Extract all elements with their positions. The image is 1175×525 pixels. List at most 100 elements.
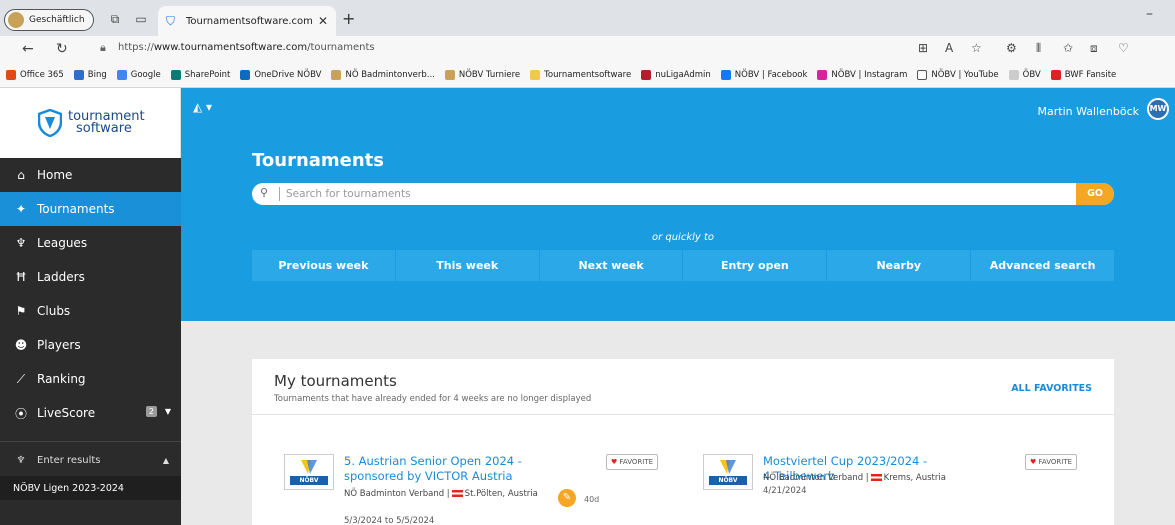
quick-link[interactable]: Next week: [539, 250, 683, 281]
bookmark-item[interactable]: nuLigaAdmin: [641, 69, 711, 80]
bookmark-label: SharePoint: [184, 69, 231, 80]
favorite-button[interactable]: ♥ FAVORITE: [1025, 454, 1078, 470]
favorite-button[interactable]: ♥ FAVORITE: [606, 454, 659, 470]
bookmark-item[interactable]: OneDrive NÖBV: [240, 69, 321, 80]
enter-results-toggle[interactable]: ♆ Enter results ▲: [0, 444, 181, 476]
bookmark-item[interactable]: Office 365: [6, 69, 64, 80]
quick-link[interactable]: This week: [395, 250, 539, 281]
read-aloud-icon[interactable]: A: [945, 41, 953, 55]
browser-essentials-icon[interactable]: ♡: [1118, 41, 1129, 55]
bookmark-favicon-icon: [6, 69, 16, 80]
tournament-organizer: NÖ Badminton Verband | St.Pölten, Austria: [344, 488, 554, 501]
close-tab-icon[interactable]: ✕: [318, 14, 328, 28]
extensions-icon[interactable]: ⚙: [1006, 41, 1017, 55]
bookmark-favicon-icon: [817, 69, 828, 80]
organizer-name: NÖ Badminton Verband |: [344, 489, 450, 499]
sidebar-item-clubs[interactable]: ⚑ Clubs: [0, 294, 181, 328]
reload-icon[interactable]: ↻: [56, 41, 68, 57]
bookmark-item[interactable]: ÖBV: [1008, 69, 1041, 80]
tournament-logo[interactable]: NÖBV: [703, 454, 753, 490]
bookmarks-bar: Office 365 Bing Google SharePoint OneDrive N…: [0, 62, 1175, 88]
bookmark-item[interactable]: Tournamentsoftware: [530, 69, 632, 80]
browser-tab[interactable]: ⛉ Tournamentsoftware.com ✕: [158, 6, 336, 36]
user-avatar[interactable]: MW: [1147, 98, 1169, 120]
bookmark-item[interactable]: NÖBV | YouTube: [917, 69, 999, 80]
bookmark-favicon-icon: [444, 69, 455, 80]
cup-icon: ♆: [16, 454, 26, 466]
players-icon: ☻: [14, 338, 28, 352]
bookmark-label: Google: [130, 69, 161, 80]
minimize-icon[interactable]: –: [1146, 6, 1153, 22]
quick-link[interactable]: Entry open: [683, 250, 827, 281]
ladder-icon: Ħ: [15, 270, 27, 284]
bookmark-item[interactable]: NÖBV | Instagram: [817, 69, 908, 80]
chevron-down-icon[interactable]: ▼: [165, 407, 171, 416]
sidebar-item-leagues[interactable]: ♆ Leagues: [0, 226, 181, 260]
sidebar-item-players[interactable]: ☻ Players: [0, 328, 181, 362]
bookmark-label: NÖ Badmintonverb...: [345, 69, 435, 80]
bookmark-label: Office 365: [20, 69, 64, 80]
sidebar-item-home[interactable]: ⌂ Home: [0, 158, 181, 192]
bookmark-label: NÖBV Turniere: [458, 69, 521, 80]
logo-line2: software: [76, 121, 132, 136]
tab-actions-icon[interactable]: ▭: [134, 12, 148, 26]
search-input[interactable]: [286, 186, 1066, 202]
bookmark-label: NÖBV | Facebook: [734, 69, 808, 80]
badminton-menu-icon[interactable]: ◭ ▾: [193, 100, 212, 114]
quick-link[interactable]: Advanced search: [971, 250, 1114, 281]
sidebar-item-ranking[interactable]: ⟋ Ranking: [0, 362, 181, 396]
bookmark-item[interactable]: BWF Fansite: [1050, 69, 1116, 80]
url-path: /tournaments: [307, 42, 375, 53]
lock-icon[interactable]: 🔒︎: [100, 41, 106, 55]
tournament-date: 4/21/2024: [763, 486, 807, 496]
back-icon[interactable]: ←: [22, 41, 34, 57]
tournament-name[interactable]: 5. Austrian Senior Open 2024 - sponsored…: [344, 454, 544, 484]
heart-icon: ♥: [1030, 458, 1037, 466]
bookmark-label: nuLigaAdmin: [655, 69, 711, 80]
split-screen-icon[interactable]: ⫴: [1036, 41, 1041, 56]
app-available-icon[interactable]: ⊞: [918, 41, 928, 55]
menu-divider: [0, 430, 181, 442]
bookmark-item[interactable]: Google: [116, 69, 161, 80]
quick-link[interactable]: Nearby: [827, 250, 971, 281]
favorites-icon[interactable]: ✩: [1063, 41, 1073, 55]
bookmark-item[interactable]: NÖBV Turniere: [444, 69, 521, 80]
all-favorites-link[interactable]: ALL FAVORITES: [1011, 383, 1092, 394]
sidebar-item-livescore[interactable]: ⦿ LiveScore 2 ▼: [0, 396, 181, 430]
go-button[interactable]: GO: [1076, 183, 1114, 205]
url-prefix: https://: [118, 42, 154, 53]
sidebar-item-label: Home: [37, 168, 73, 182]
bookmark-label: ÖBV: [1022, 69, 1041, 80]
bookmark-item[interactable]: Bing: [73, 69, 107, 80]
quick-link[interactable]: Previous week: [252, 250, 395, 281]
address-bar: ← ↻ 🔒︎ https://www.tournamentsoftware.co…: [0, 36, 1175, 62]
chevron-up-icon: ▲: [162, 455, 169, 465]
bookmark-label: Tournamentsoftware: [544, 69, 632, 80]
workspaces-icon[interactable]: ⧉: [108, 12, 122, 26]
url-field[interactable]: https://www.tournamentsoftware.com/tourn…: [118, 42, 375, 53]
bookmark-item[interactable]: NÖ Badmintonverb...: [331, 69, 435, 80]
quick-links: Previous week This week Next week Entry ope…: [252, 250, 1114, 281]
favorite-star-icon[interactable]: ☆: [971, 41, 982, 55]
bookmark-item[interactable]: NÖBV | Facebook: [720, 69, 808, 80]
user-name[interactable]: Martin Wallenböck: [1038, 105, 1140, 118]
profile-button[interactable]: Geschäftlich: [4, 9, 94, 31]
quick-links-caption: or quickly to: [651, 232, 715, 243]
noebv-label: NÖBV: [290, 476, 328, 485]
logo[interactable]: tournament software: [0, 88, 181, 158]
bookmark-item[interactable]: SharePoint: [170, 69, 231, 80]
bookmark-label: NÖBV | Instagram: [831, 69, 908, 80]
bookmark-favicon-icon: [170, 69, 181, 80]
new-tab-icon[interactable]: +: [342, 11, 355, 27]
sidebar-item-ladders[interactable]: Ħ Ladders: [0, 260, 181, 294]
trophy-icon: ✦: [15, 202, 27, 216]
pencil-icon[interactable]: ✎: [558, 489, 576, 507]
league-link[interactable]: NÖBV Ligen 2023-2024: [0, 476, 181, 500]
sidebar-item-tournaments[interactable]: ✦ Tournaments: [0, 192, 181, 226]
search-icon: ⚲: [260, 186, 269, 199]
collections-icon[interactable]: ⧈: [1090, 41, 1098, 56]
tournament-logo[interactable]: NÖBV: [284, 454, 334, 490]
sidebar: tournament software ⌂ Home ✦ Tournaments ♆ Le…: [0, 88, 181, 525]
home-icon: ⌂: [17, 168, 25, 182]
bookmark-favicon-icon: [530, 69, 541, 80]
